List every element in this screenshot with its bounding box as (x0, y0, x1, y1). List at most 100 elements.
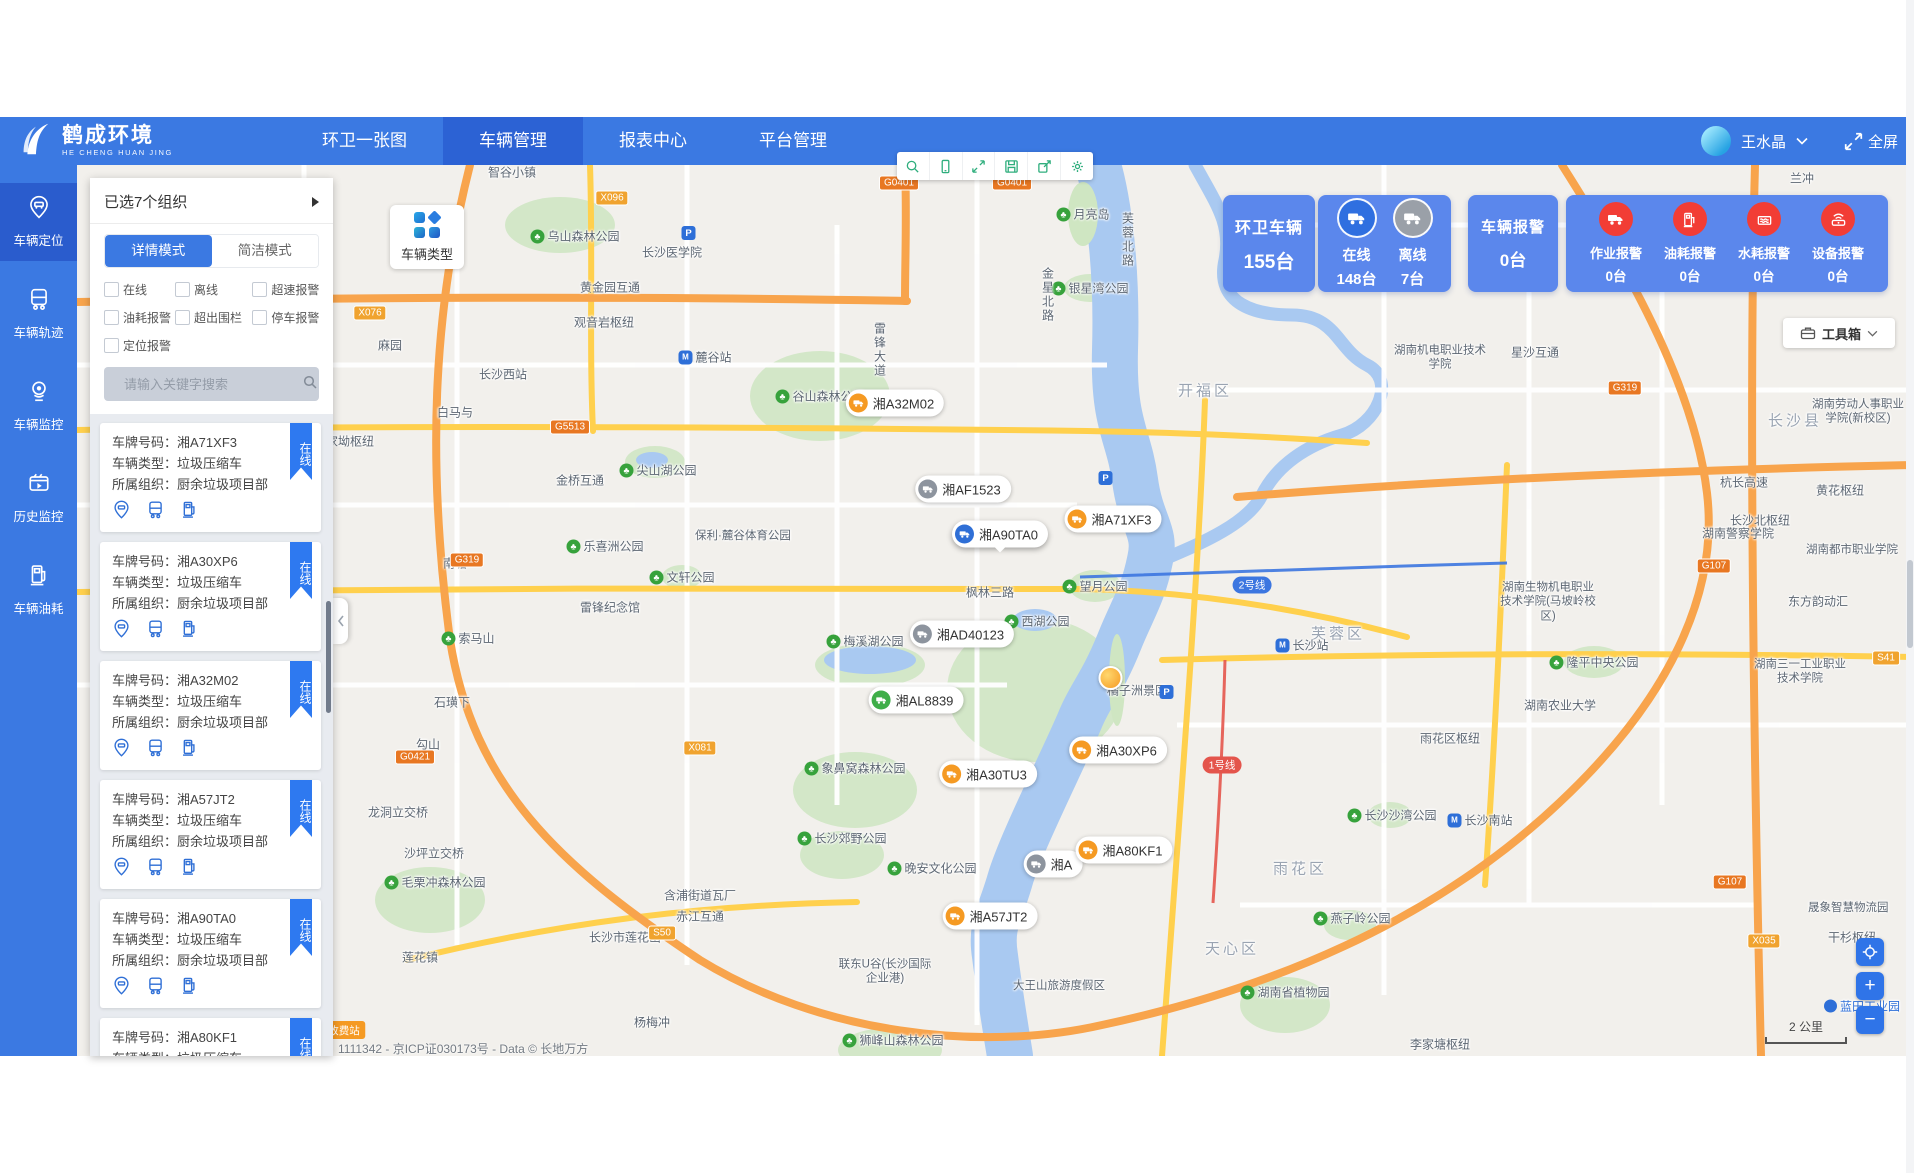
truck-icon (1027, 855, 1046, 874)
checkbox-icon[interactable] (175, 282, 190, 297)
vehicle-type-button[interactable]: 车辆类型 (390, 205, 464, 269)
fuel-record-icon[interactable] (180, 857, 199, 881)
menu-item-platform[interactable]: 平台管理 (723, 117, 863, 165)
vehicle-marker[interactable]: 湘A30XP6 (1069, 737, 1167, 764)
scrollbar-thumb[interactable] (1907, 560, 1913, 648)
device-alarm-icon (1821, 202, 1855, 236)
card-plate: 湘A90TA0 (177, 911, 236, 926)
user-avatar[interactable] (1701, 126, 1731, 156)
filter-checkbox[interactable]: 超出围栏 (175, 309, 252, 326)
vehicle-marker[interactable]: 湘A71XF3 (1065, 506, 1162, 533)
filter-checkbox[interactable]: 在线 (104, 281, 175, 298)
locate-vehicle-icon[interactable] (112, 976, 131, 1000)
vehicle-card[interactable]: 车牌号码：湘A57JT2 车辆类型：垃圾压缩车 所属组织：厨余垃圾项目部 在线 (100, 780, 321, 889)
expand-icon[interactable] (963, 152, 996, 180)
rail-item-history-monitor[interactable]: 历史监控 (0, 459, 77, 537)
filter-checkbox[interactable]: 油耗报警 (104, 309, 175, 326)
save-icon[interactable] (995, 152, 1028, 180)
vehicle-plate: 湘A80KF1 (1103, 841, 1163, 860)
zoom-in-button[interactable]: + (1856, 972, 1884, 1000)
fuel-record-icon[interactable] (180, 738, 199, 762)
vehicle-marker[interactable]: 湘A90TA0 (952, 521, 1048, 548)
filter-checkbox[interactable]: 停车报警 (252, 309, 319, 326)
browser-scrollbar[interactable] (1906, 0, 1914, 1173)
track-vehicle-icon[interactable] (146, 500, 165, 524)
filter-checkbox[interactable]: 超速报警 (252, 281, 319, 298)
tab-simple-mode[interactable]: 简洁模式 (212, 235, 319, 267)
toolbox-button[interactable]: 工具箱 (1783, 318, 1895, 348)
search-icon[interactable] (302, 374, 318, 395)
chevron-down-icon[interactable] (1796, 132, 1808, 150)
user-name[interactable]: 王水晶 (1741, 131, 1786, 152)
panel-scrollbar[interactable] (326, 601, 331, 713)
locate-vehicle-icon[interactable] (112, 500, 131, 524)
vehicle-marker[interactable]: 湘A80KF1 (1076, 837, 1173, 864)
fullscreen-button[interactable]: 全屏 (1844, 131, 1898, 152)
checkbox-icon[interactable] (104, 338, 119, 353)
truck-icon (913, 625, 932, 644)
vehicle-marker[interactable]: 湘AD40123 (910, 621, 1014, 648)
vehicle-card[interactable]: 车牌号码：湘A71XF3 车辆类型：垃圾压缩车 所属组织：厨余垃圾项目部 在线 (100, 423, 321, 532)
fuel-record-icon[interactable] (180, 619, 199, 643)
vehicle-card-list: 车牌号码：湘A71XF3 车辆类型：垃圾压缩车 所属组织：厨余垃圾项目部 在线 … (90, 414, 333, 1056)
rail-item-vehicle-fuel[interactable]: 车辆油耗 (0, 551, 77, 629)
main-menu: 环卫一张图 车辆管理 报表中心 平台管理 (286, 117, 863, 165)
vehicle-marker[interactable]: 湘A (1024, 851, 1083, 878)
track-vehicle-icon[interactable] (146, 619, 165, 643)
track-vehicle-icon[interactable] (146, 857, 165, 881)
tab-detail-mode[interactable]: 详情模式 (105, 235, 212, 267)
filter-checkbox[interactable]: 离线 (175, 281, 252, 298)
checkbox-icon[interactable] (252, 310, 267, 325)
pin-car-icon (27, 206, 51, 223)
truck-icon (918, 480, 937, 499)
vehicle-card[interactable]: 车牌号码：湘A90TA0 车辆类型：垃圾压缩车 所属组织：厨余垃圾项目部 在线 (100, 899, 321, 1008)
rail-item-vehicle-track[interactable]: 车辆轨迹 (0, 275, 77, 353)
filter-checkbox[interactable]: 定位报警 (104, 337, 175, 354)
track-vehicle-icon[interactable] (146, 976, 165, 1000)
vehicle-card[interactable]: 车牌号码：湘A80KF1 车辆类型：垃圾压缩车 所属组织：厨余垃圾项目部 在线 (100, 1018, 321, 1056)
org-selector[interactable]: 已选7个组织 (90, 178, 333, 224)
locate-vehicle-icon[interactable] (112, 619, 131, 643)
card-type: 垃圾压缩车 (177, 575, 242, 590)
checkbox-icon[interactable] (104, 310, 119, 325)
card-type: 垃圾压缩车 (177, 694, 242, 709)
menu-item-vehicle-mgmt[interactable]: 车辆管理 (443, 117, 583, 165)
vehicle-marker[interactable]: 湘AF1523 (915, 476, 1011, 503)
vehicle-plate: 湘A32M02 (873, 394, 934, 413)
fuel-record-icon[interactable] (180, 500, 199, 524)
fuel-record-icon[interactable] (180, 976, 199, 1000)
track-vehicle-icon[interactable] (146, 738, 165, 762)
vehicle-marker[interactable]: 湘A32M02 (846, 390, 944, 417)
vehicle-card[interactable]: 车牌号码：湘A32M02 车辆类型：垃圾压缩车 所属组织：厨余垃圾项目部 在线 (100, 661, 321, 770)
vehicle-marker[interactable]: 湘AL8839 (869, 687, 964, 714)
panel-collapse-button[interactable] (333, 598, 348, 644)
stat-fleet-total: 环卫车辆 155台 (1223, 195, 1315, 292)
left-rail: 车辆定位 车辆轨迹 车辆监控 历史监控 车辆油耗 (0, 165, 77, 1056)
checkbox-icon[interactable] (252, 282, 267, 297)
measure-icon[interactable] (897, 152, 930, 180)
rail-item-vehicle-monitor[interactable]: 车辆监控 (0, 367, 77, 445)
truck-icon (1079, 841, 1098, 860)
rail-item-vehicle-location[interactable]: 车辆定位 (0, 183, 77, 261)
locate-button[interactable] (1856, 938, 1884, 966)
vehicle-card[interactable]: 车牌号码：湘A30XP6 车辆类型：垃圾压缩车 所属组织：厨余垃圾项目部 在线 (100, 542, 321, 651)
chevron-down-icon (1867, 330, 1878, 337)
card-type: 垃圾压缩车 (177, 932, 242, 947)
map-canvas[interactable]: 智谷小镇乌山森林公园长沙医学院黄金园互通观音岩枢纽麻园长沙西站白马与简家坳枢纽麓… (77, 165, 1914, 1056)
menu-item-reports[interactable]: 报表中心 (583, 117, 723, 165)
settings-icon[interactable] (1061, 152, 1093, 180)
zoom-out-button[interactable]: − (1856, 1006, 1884, 1034)
vehicle-marker[interactable]: 湘A30TU3 (939, 761, 1037, 788)
menu-item-overview[interactable]: 环卫一张图 (286, 117, 443, 165)
locate-vehicle-icon[interactable] (112, 738, 131, 762)
locate-vehicle-icon[interactable] (112, 857, 131, 881)
card-org: 厨余垃圾项目部 (177, 953, 268, 968)
share-icon[interactable] (1028, 152, 1061, 180)
expand-right-icon[interactable] (312, 197, 319, 207)
search-input[interactable] (122, 376, 302, 393)
mobile-view-icon[interactable] (930, 152, 963, 180)
checkbox-icon[interactable] (175, 310, 190, 325)
truck-icon (849, 394, 868, 413)
vehicle-marker[interactable]: 湘A57JT2 (943, 903, 1038, 930)
checkbox-icon[interactable] (104, 282, 119, 297)
